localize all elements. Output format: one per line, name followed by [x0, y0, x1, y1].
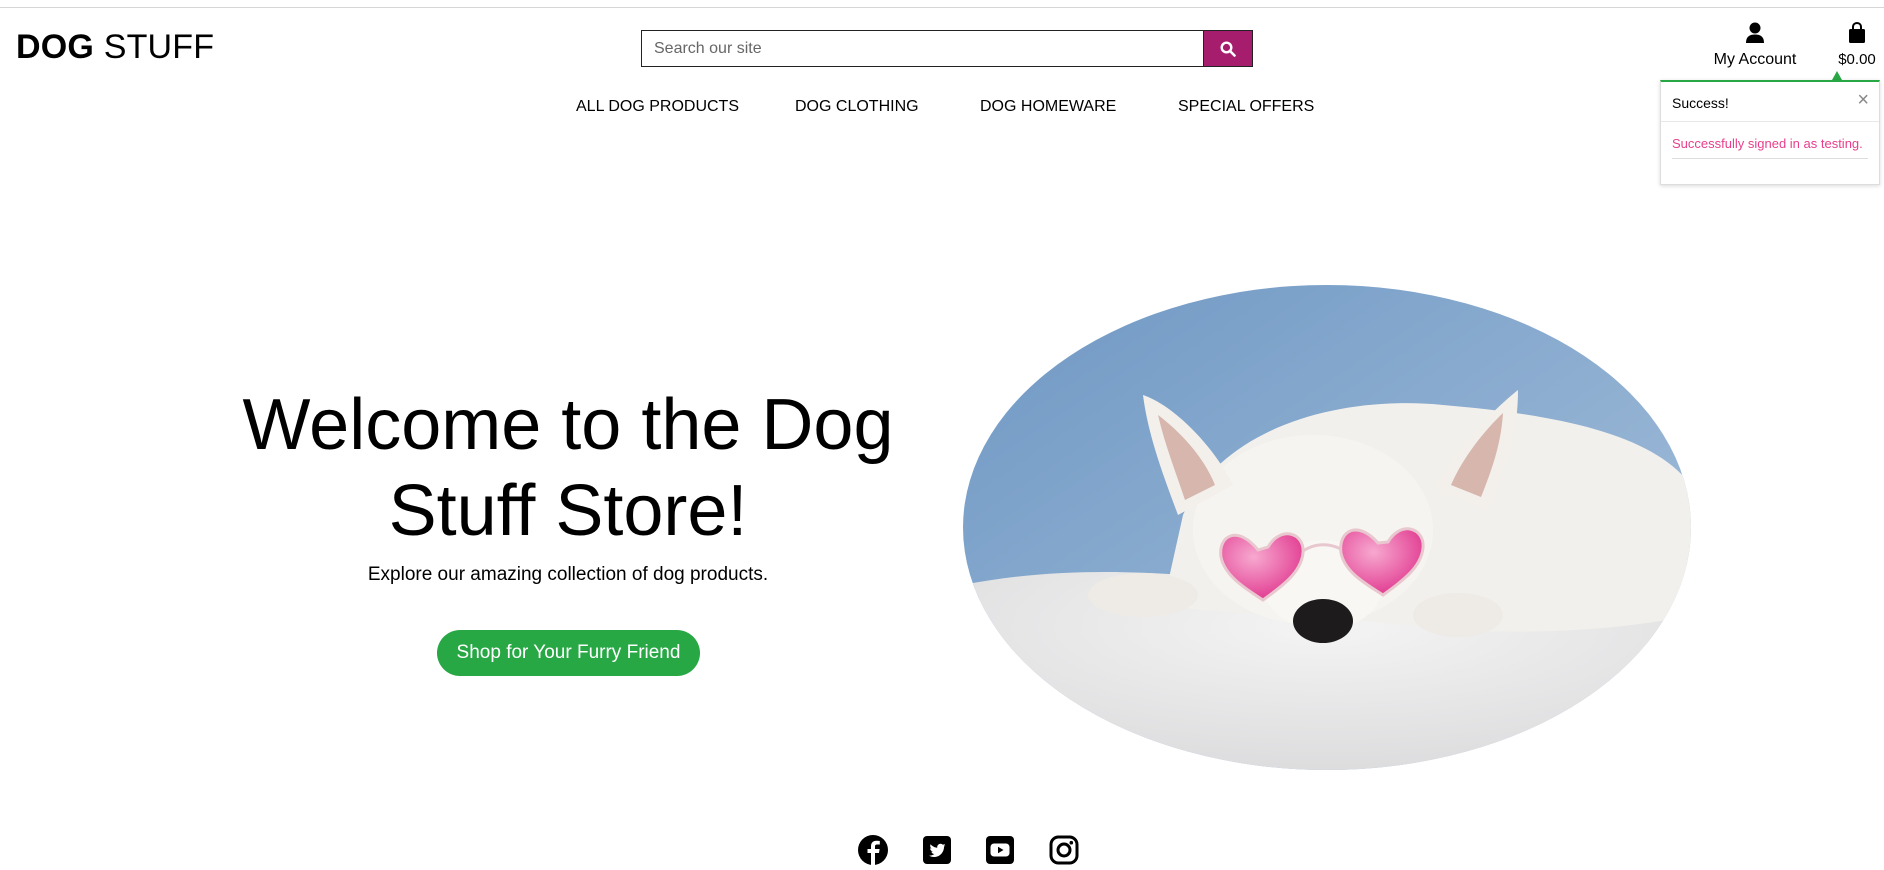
- shop-now-button[interactable]: Shop for Your Furry Friend: [437, 630, 700, 676]
- hero-subtitle: Explore our amazing collection of dog pr…: [367, 564, 769, 585]
- shopping-bag-icon: [1849, 21, 1865, 43]
- logo-light-text: STUFF: [103, 28, 215, 66]
- search-form: [641, 30, 1253, 67]
- hero-title: Welcome to the Dog Stuff Store!: [200, 382, 936, 554]
- facebook-icon[interactable]: [857, 834, 889, 866]
- shopping-bag-link[interactable]: $0.00: [1830, 21, 1884, 68]
- top-divider: [0, 7, 1884, 8]
- bag-total: $0.00: [1838, 51, 1876, 68]
- hero-title-line1: Welcome to the Dog: [242, 385, 894, 465]
- my-account-label: My Account: [1713, 51, 1797, 68]
- nav-dog-homeware[interactable]: DOG HOMEWARE: [980, 98, 1116, 116]
- nav-special-offers[interactable]: SPECIAL OFFERS: [1178, 98, 1314, 116]
- search-button[interactable]: [1203, 30, 1253, 67]
- success-toast: Success! × Successfully signed in as tes…: [1660, 80, 1880, 185]
- toast-title: Success!: [1672, 95, 1729, 111]
- youtube-icon[interactable]: [984, 834, 1016, 866]
- logo-bold-text: DOG: [16, 28, 95, 66]
- twitter-icon[interactable]: [921, 834, 953, 866]
- search-input[interactable]: [641, 30, 1203, 67]
- toast-divider: [1661, 121, 1879, 122]
- nav-all-dog-products[interactable]: ALL DOG PRODUCTS: [576, 98, 739, 116]
- hero-title-line2: Stuff Store!: [388, 471, 748, 551]
- toast-arrow: [1832, 71, 1842, 80]
- close-icon[interactable]: ×: [1857, 90, 1869, 110]
- user-icon: [1746, 22, 1764, 43]
- nav-dog-clothing[interactable]: DOG CLOTHING: [795, 98, 919, 116]
- site-logo[interactable]: DOG STUFF: [16, 28, 214, 67]
- my-account-link[interactable]: My Account: [1705, 22, 1805, 69]
- search-icon: [1220, 40, 1236, 57]
- instagram-icon[interactable]: [1048, 834, 1080, 866]
- toast-message: Successfully signed in as testing.: [1672, 136, 1863, 151]
- hero-dog-image: [963, 285, 1691, 770]
- toast-progress-line: [1672, 158, 1868, 159]
